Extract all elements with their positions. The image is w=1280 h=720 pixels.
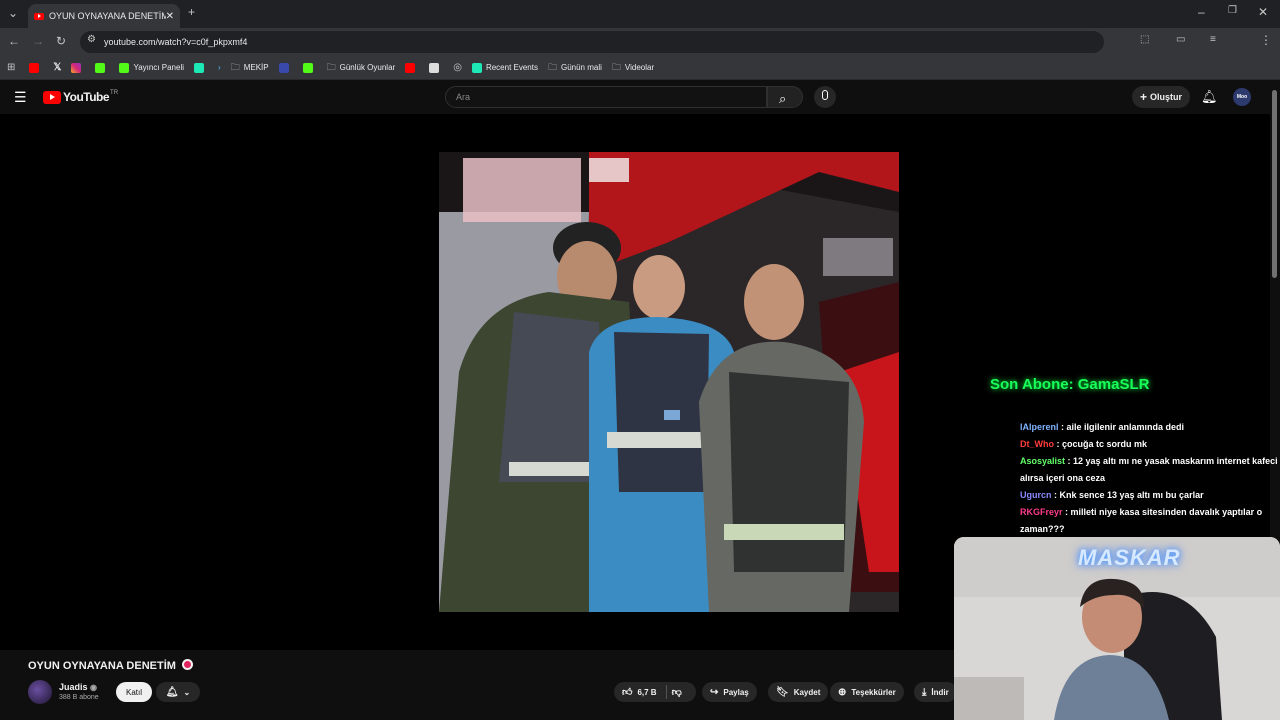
video-title: OYUN OYNAYANA DENETİM [28,659,193,672]
bookmark-kick-2[interactable] [302,62,317,73]
thumbs-up-icon: 👍︎ [622,687,633,698]
verified-icon: ◉ [90,683,98,692]
browser-tab[interactable]: OYUN OYNAYANA DENETİM ✕ [28,4,180,28]
side-panel-icon[interactable]: ▭ [1176,35,1185,45]
bookmarks-bar: ⊞ 𝕏 Yayıncı Paneli › 🗀 MEKİP 🗀 Günlük Oyun… [0,56,1280,80]
stream-chat: lAlperenl : aile ilgilenir anlamında ded… [1020,419,1278,538]
channel-name[interactable]: Juadis ◉ [59,682,97,692]
plus-icon: + [1139,90,1147,104]
folder-icon: 🗀 [547,62,557,72]
bookmark-kick[interactable] [95,62,109,73]
folder-icon: 🗀 [230,62,240,72]
channel-avatar[interactable] [28,680,52,704]
like-dislike-group: 👍︎ 6,7 B 👎︎ [614,682,696,702]
bookmark-blue[interactable] [278,62,293,73]
address-bar[interactable]: ⚙ youtube.com/watch?v=c0f_pkpxmf4 [80,31,1104,53]
page-scrollbar[interactable] [1272,90,1277,278]
chat-message: RKGFreyr : milleti niye kasa sitesinden … [1020,507,1263,534]
join-button[interactable]: Katıl [116,682,152,702]
share-icon: ↪ [710,686,719,698]
bookmark-gunluk-oyunlar[interactable]: 🗀 Günlük Oyunlar [326,62,396,73]
bookmark-videolar[interactable]: 🗀 Videolar [611,62,654,73]
media-icon[interactable]: ≡ [1210,35,1216,45]
youtube-logo-icon [43,90,61,104]
video-frame[interactable] [439,152,899,612]
chat-message: Asosyalist : 12 yaş altı mı ne yasak mas… [1020,456,1278,483]
menu-icon[interactable]: ⋮ [1260,34,1272,46]
chat-user: Dt_Who [1020,439,1054,449]
close-window-icon[interactable]: ✕ [1258,6,1268,18]
bookmark-globe[interactable]: ◎ [453,61,462,73]
thanks-icon: ⊕ [838,686,847,698]
chat-text: Knk sence 13 yaş altı mı bu çarlar [1059,490,1204,500]
bookmark-icon: 🔖︎ [776,686,789,698]
bookmark-yayinci-paneli[interactable]: Yayıncı Paneli [119,62,184,73]
youtube-logo[interactable]: YouTube TR [43,90,118,104]
bell-icon: 🔔︎ [165,686,179,698]
tab-close-icon[interactable]: ✕ [166,11,174,22]
new-tab-icon[interactable]: + [188,6,195,18]
youtube-favicon-icon [34,12,44,20]
bookmark-image[interactable] [429,62,443,73]
download-icon: ⤓ [922,686,927,698]
chat-message: Ugurcn : Knk sence 13 yaş altı mı bu çar… [1020,490,1204,500]
bookmark-youtube[interactable] [29,62,43,73]
chat-user: RKGFreyr [1020,507,1063,517]
search-input[interactable]: Ara [445,86,767,108]
notifications-bell-icon[interactable]: 🔔︎ [1201,89,1218,105]
video-scene [439,152,899,612]
account-avatar[interactable]: Moo [1233,88,1251,106]
folder-icon: 🗀 [326,62,336,72]
chevron-down-icon: ⌄ [183,687,191,697]
forward-icon[interactable]: → [32,35,44,47]
bookmark-instagram[interactable] [71,62,85,73]
kick-icon [119,62,130,73]
chat-text: çocuğa tc sordu mk [1062,439,1148,449]
tab-title: OYUN OYNAYANA DENETİM [49,11,166,21]
x-icon: 𝕏 [53,62,62,73]
chat-message: Dt_Who : çocuğa tc sordu mk [1020,439,1148,449]
chat-message: lAlperenl : aile ilgilenir anlamında ded… [1020,422,1185,432]
tab-strip: ⌄ OYUN OYNAYANA DENETİM ✕ + – ❐ ✕ [0,0,1280,28]
hamburger-menu-icon[interactable]: ☰ [14,90,27,104]
extensions-icon[interactable]: ⬚ [1140,35,1149,45]
reload-icon[interactable]: ↻ [56,35,66,47]
create-button[interactable]: + Oluştur [1132,86,1190,108]
chat-text: aile ilgilenir anlamında dedi [1066,422,1185,432]
bookmark-recent-events[interactable]: Recent Events [471,62,538,73]
webcam-logo-text: MASKAR [1078,545,1181,570]
emoji-icon [181,659,193,670]
thanks-button[interactable]: ⊕ Teşekkürler [830,682,904,702]
like-button[interactable]: 👍︎ 6,7 B [622,686,657,698]
search-button[interactable]: ⌕ [767,86,803,108]
thumbs-down-icon[interactable]: 👎︎ [672,686,682,698]
voice-search-button[interactable] [814,86,836,108]
chat-user: Ugurcn [1020,490,1052,500]
site-info-icon[interactable]: ⚙ [87,35,96,45]
bookmark-gunun-mali[interactable]: 🗀 Günün mali [547,62,602,73]
bookmark-youtube-2[interactable] [405,62,419,73]
bookmark-x[interactable]: 𝕏 [53,62,61,73]
bookmark-app[interactable] [194,62,208,73]
back-icon[interactable]: ← [8,35,20,47]
bookmark-mekip[interactable]: 🗀 MEKİP [230,62,269,73]
url-text: youtube.com/watch?v=c0f_pkpxmf4 [104,37,248,47]
restore-icon[interactable]: ❐ [1228,6,1237,16]
folder-icon: 🗀 [611,62,621,72]
download-button[interactable]: ⤓ İndir [914,682,957,702]
chat-user: Asosyalist [1020,456,1066,466]
last-subscriber-label: Son Abone: GamaSLR [990,376,1150,393]
tab-search-icon[interactable]: ⌄ [6,7,20,19]
subscription-button[interactable]: 🔔︎ ⌄ [156,682,200,702]
minimize-icon[interactable]: – [1198,6,1205,18]
search-icon: ⌕ [779,91,787,106]
bookmark-arrow[interactable]: › [218,63,221,72]
chat-user: lAlperenl [1020,422,1059,432]
mic-icon [822,90,828,100]
save-button[interactable]: 🔖︎ Kaydet [768,682,829,702]
subscriber-count: 388 B abone [59,694,99,701]
share-button[interactable]: ↪ Paylaş [702,682,757,702]
globe-icon: ◎ [453,61,462,73]
apps-icon[interactable]: ⊞ [7,62,15,73]
